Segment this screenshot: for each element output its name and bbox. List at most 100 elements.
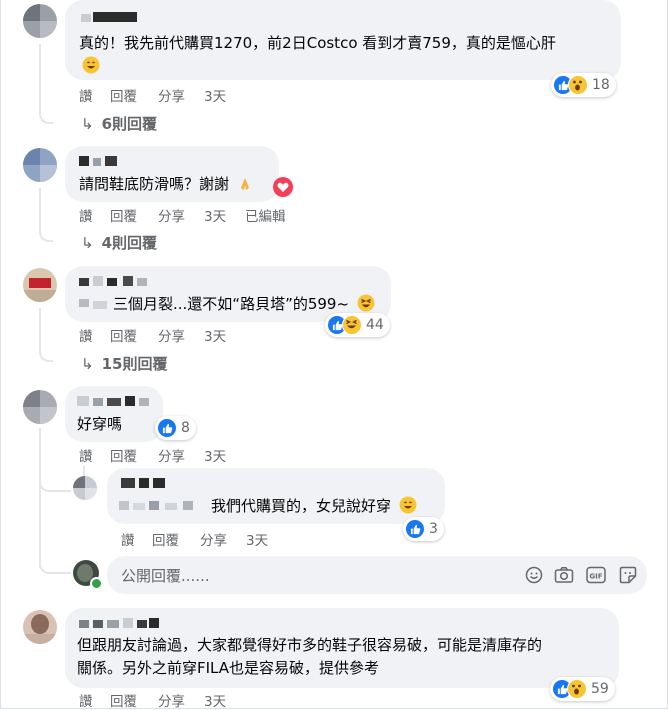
reply-arrow-icon: ↳ (81, 115, 94, 133)
mention-blurred[interactable] (79, 299, 111, 309)
avatar[interactable] (23, 148, 57, 182)
comment-bubble: 請問鞋底防滑嗎？謝謝 (65, 146, 279, 202)
reaction-count: 44 (366, 317, 384, 333)
reply-action[interactable]: 回覆 (110, 690, 137, 710)
view-replies-link[interactable]: ↳ 4則回覆 (81, 232, 157, 253)
thread-connector (39, 476, 71, 492)
comments-panel: 真的！我先前代購買1270，前2日Costco 看到才賣759，真的是慪心肝 1… (0, 0, 668, 710)
thread-line (39, 428, 41, 568)
reply-bubble: 我們代購買的，女兒說好穿 (107, 468, 445, 524)
reply-action[interactable]: 回覆 (152, 529, 179, 549)
comment-actions: 讚 回覆 分享 3天 (79, 690, 279, 710)
wow-icon (567, 679, 587, 699)
gif-icon[interactable]: GIF (585, 564, 607, 586)
like-action[interactable]: 讚 (121, 529, 135, 549)
reaction-count: 3 (429, 521, 438, 537)
reply-input-placeholder: 公開回覆...... (121, 567, 210, 585)
online-status-dot (90, 577, 103, 590)
mention-blurred[interactable] (119, 501, 205, 511)
commenter-name-blurred[interactable] (79, 276, 149, 288)
comment-actions: 讚 回覆 分享 3天 (79, 325, 279, 345)
like-icon (157, 418, 177, 438)
like-action[interactable]: 讚 (79, 85, 93, 105)
grinning-emoji-icon (82, 56, 100, 81)
share-action[interactable]: 分享 (200, 529, 227, 549)
reaction-count: 8 (181, 420, 190, 436)
comment-bubble: 但跟朋友討論過，大家都覺得好市多的鞋子很容易破，可能是清庫存的 關係。另外之前穿… (65, 608, 619, 688)
like-action[interactable]: 讚 (79, 325, 93, 345)
reaction-count: 18 (592, 77, 610, 93)
avatar[interactable] (73, 476, 97, 500)
reaction-summary[interactable]: 3 (403, 517, 444, 541)
replier-name-blurred[interactable] (121, 478, 167, 490)
reply-text: 我們代購買的，女兒說好穿 (211, 495, 417, 521)
svg-text:GIF: GIF (589, 573, 602, 581)
comment-text: 請問鞋底防滑嗎？謝謝 (79, 173, 253, 199)
reaction-count: 59 (591, 681, 609, 697)
like-action[interactable]: 讚 (79, 690, 93, 710)
comment-actions: 讚 回覆 分享 3天 (79, 445, 279, 465)
avatar[interactable] (23, 390, 57, 424)
comment-time[interactable]: 3天 (204, 445, 226, 465)
comment-actions: 讚 回覆 分享 3天 (79, 85, 279, 105)
avatar[interactable] (23, 4, 57, 38)
wow-icon (568, 75, 588, 95)
thread-connector (39, 108, 53, 124)
comment-time[interactable]: 3天 (204, 690, 226, 710)
comment-emoji-line (79, 55, 100, 81)
thread-connector (39, 558, 71, 574)
comment-text: 但跟朋友討論過，大家都覺得好市多的鞋子很容易破，可能是清庫存的 (77, 636, 543, 654)
thread-line (83, 466, 85, 476)
love-reaction-icon[interactable] (273, 177, 293, 197)
emoji-icon[interactable] (523, 564, 545, 586)
thread-line (39, 44, 41, 112)
reply-action[interactable]: 回覆 (110, 445, 137, 465)
comment-bubble: 真的！我先前代購買1270，前2日Costco 看到才賣759，真的是慪心肝 (65, 0, 621, 80)
reply-arrow-icon: ↳ (81, 355, 94, 373)
comment-text: 好穿嗎 (77, 415, 123, 433)
thread-line (39, 188, 41, 230)
comment-time[interactable]: 3天 (204, 205, 226, 225)
avatar[interactable] (23, 610, 57, 644)
comment-time[interactable]: 3天 (204, 325, 226, 345)
folded-hands-emoji-icon (237, 176, 253, 199)
reaction-summary[interactable]: 18 (551, 73, 616, 97)
comment-text: 真的！我先前代購買1270，前2日Costco 看到才賣759，真的是慪心肝 (79, 34, 556, 52)
commenter-name-blurred[interactable] (79, 156, 125, 168)
comment-bubble: 好穿嗎 (65, 386, 163, 442)
share-action[interactable]: 分享 (158, 205, 185, 225)
commenter-name-blurred[interactable] (79, 618, 159, 630)
share-action[interactable]: 分享 (158, 690, 185, 710)
comment-time[interactable]: 3天 (204, 85, 226, 105)
reply-input[interactable]: 公開回覆...... GIF (107, 556, 647, 594)
like-action[interactable]: 讚 (79, 205, 93, 225)
camera-icon[interactable] (553, 564, 575, 586)
sticker-icon[interactable] (617, 564, 639, 586)
commenter-name-blurred[interactable] (81, 12, 137, 24)
comment-text: 關係。另外之前穿FILA也是容易破，提供參考 (77, 659, 380, 677)
share-action[interactable]: 分享 (158, 445, 185, 465)
avatar[interactable] (23, 268, 57, 302)
reaction-summary[interactable]: 8 (155, 416, 196, 440)
commenter-name-blurred[interactable] (77, 396, 153, 408)
reaction-summary[interactable]: 44 (325, 313, 390, 337)
reply-arrow-icon: ↳ (81, 234, 94, 252)
view-replies-link[interactable]: ↳ 15則回覆 (81, 353, 167, 374)
edited-label[interactable]: 已編輯 (245, 205, 286, 225)
share-action[interactable]: 分享 (158, 325, 185, 345)
like-action[interactable]: 讚 (79, 445, 93, 465)
like-icon (405, 519, 425, 539)
reply-action[interactable]: 回覆 (110, 325, 137, 345)
reply-actions: 讚 回覆 分享 3天 (121, 529, 321, 549)
thread-connector (39, 346, 53, 362)
comment-actions: 讚 回覆 分享 3天 已編輯 (79, 205, 309, 225)
thread-connector (39, 226, 53, 242)
share-action[interactable]: 分享 (158, 85, 185, 105)
haha-icon (342, 315, 362, 335)
comment-time[interactable]: 3天 (246, 529, 268, 549)
thread-line (39, 308, 41, 350)
reply-action[interactable]: 回覆 (110, 205, 137, 225)
view-replies-link[interactable]: ↳ 6則回覆 (81, 113, 157, 134)
reaction-summary[interactable]: 59 (550, 677, 615, 701)
reply-action[interactable]: 回覆 (110, 85, 137, 105)
